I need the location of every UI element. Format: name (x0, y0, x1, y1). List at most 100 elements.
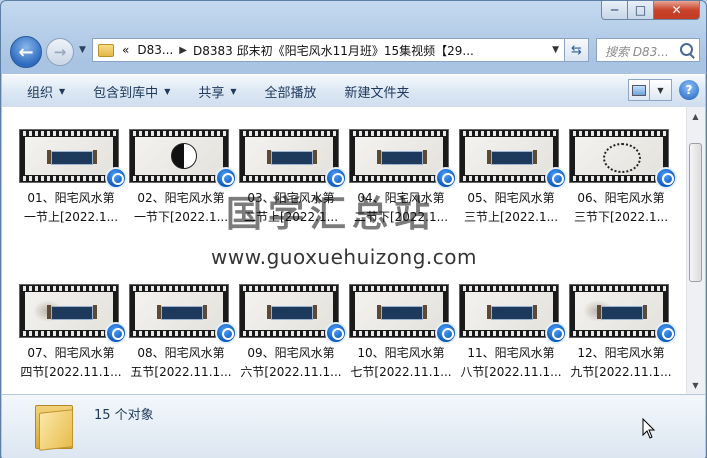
new-folder-label: 新建文件夹 (344, 85, 410, 101)
file-tile[interactable]: 10、阳宅风水第 七节[2022.11.1... (349, 284, 457, 384)
video-player-icon (215, 167, 237, 189)
file-name-line2: 三节下[2022.1... (573, 210, 669, 224)
file-name-line2: 六节[2022.11.1... (240, 365, 342, 379)
file-name-line2: 四节[2022.11.1... (20, 365, 122, 379)
search-placeholder: 搜索 D83... (605, 45, 669, 59)
file-name-line1: 11、阳宅风水第 (467, 346, 555, 360)
include-in-library-menu[interactable]: 包含到库中 ▼ (79, 82, 184, 101)
video-thumbnail (459, 129, 559, 183)
file-name-line1: 03、阳宅风水第 (247, 191, 335, 205)
share-menu[interactable]: 共享 ▼ (184, 82, 250, 101)
arrow-right-icon: → (53, 43, 67, 61)
vertical-scrollbar[interactable]: ▲ ▼ (686, 107, 705, 394)
video-player-icon (215, 322, 237, 344)
video-thumbnail (569, 284, 669, 338)
file-tile[interactable]: 11、阳宅风水第 八节[2022.11.1... (459, 284, 567, 384)
history-dropdown-icon[interactable]: ▼ (79, 45, 86, 55)
file-name: 05、阳宅风水第 三节上[2022.1... (455, 189, 567, 227)
file-tile[interactable]: 03、阳宅风水第 二节上[2022.1... (239, 129, 347, 229)
file-name: 01、阳宅风水第 一节上[2022.1... (15, 189, 127, 227)
file-name: 09、阳宅风水第 六节[2022.11.1... (235, 344, 347, 382)
view-dropdown-button[interactable]: ▼ (650, 79, 672, 101)
file-name-line2: 二节上[2022.1... (243, 210, 339, 224)
close-button[interactable]: ✕ (654, 1, 700, 20)
file-tile[interactable]: 02、阳宅风水第 一节下[2022.1... (129, 129, 237, 229)
file-tile[interactable]: 09、阳宅风水第 六节[2022.11.1... (239, 284, 347, 384)
explorer-window: ─ □ ✕ ← → ▼ « D83... ▶ D8383 邱末初《阳宅风水11月… (0, 0, 707, 458)
forward-button[interactable]: → (46, 38, 74, 66)
chevron-down-icon: ▼ (164, 86, 171, 96)
file-tile[interactable]: 12、阳宅风水第 九节[2022.11.1... (569, 284, 677, 384)
navigation-bar: ← → ▼ « D83... ▶ D8383 邱末初《阳宅风水11月班》15集视… (1, 31, 707, 71)
change-view-button[interactable] (628, 79, 650, 101)
video-player-icon (105, 322, 127, 344)
video-thumbnail (239, 284, 339, 338)
video-player-icon (545, 322, 567, 344)
file-tile[interactable]: 06、阳宅风水第 三节下[2022.1... (569, 129, 677, 229)
file-name-line2: 五节[2022.11.1... (130, 365, 232, 379)
file-name: 10、阳宅风水第 七节[2022.11.1... (345, 344, 457, 382)
share-label: 共享 (198, 85, 225, 101)
arrow-left-icon: ← (18, 41, 34, 63)
video-player-icon (435, 167, 457, 189)
chevron-down-icon[interactable]: ▼ (552, 45, 559, 55)
file-name-line1: 02、阳宅风水第 (137, 191, 225, 205)
folder-icon (33, 401, 73, 451)
folder-icon (98, 43, 114, 57)
video-thumbnail (19, 284, 119, 338)
file-name-line1: 10、阳宅风水第 (357, 346, 445, 360)
search-input[interactable]: 搜索 D83... (596, 38, 700, 62)
scroll-thumb[interactable] (689, 143, 702, 282)
file-tile[interactable]: 08、阳宅风水第 五节[2022.11.1... (129, 284, 237, 384)
file-name-line1: 06、阳宅风水第 (577, 191, 665, 205)
file-name-line2: 三节上[2022.1... (463, 210, 559, 224)
breadcrumb-overflow[interactable]: « (122, 43, 129, 57)
file-name: 04、阳宅风水第 二节下[2022.1... (345, 189, 457, 227)
back-button[interactable]: ← (10, 36, 42, 68)
file-name-line2: 一节上[2022.1... (23, 210, 119, 224)
video-player-icon (545, 167, 567, 189)
file-name-line2: 九节[2022.11.1... (570, 365, 672, 379)
video-player-icon (435, 322, 457, 344)
video-thumbnail (19, 129, 119, 183)
video-player-icon (325, 167, 347, 189)
file-list: 01、阳宅风水第 一节上[2022.1... 02、阳宅风水第 一节下[2022.1.… (2, 107, 705, 394)
file-name: 03、阳宅风水第 二节上[2022.1... (235, 189, 347, 227)
file-tile[interactable]: 05、阳宅风水第 三节上[2022.1... (459, 129, 567, 229)
help-button[interactable]: ? (679, 80, 699, 100)
breadcrumb-item-parent[interactable]: D83... (137, 43, 173, 57)
search-icon (680, 43, 693, 56)
file-name-line2: 七节[2022.11.1... (350, 365, 452, 379)
chevron-down-icon: ▼ (59, 86, 66, 96)
details-pane: 15 个对象 (2, 394, 705, 458)
file-name: 02、阳宅风水第 一节下[2022.1... (125, 189, 237, 227)
file-tile[interactable]: 04、阳宅风水第 二节下[2022.1... (349, 129, 457, 229)
video-player-icon (655, 167, 677, 189)
scroll-down-icon[interactable]: ▼ (689, 377, 702, 393)
organize-menu[interactable]: 组织 ▼ (2, 82, 79, 101)
breadcrumb-item-current[interactable]: D8383 邱末初《阳宅风水11月班》15集视频【29... (193, 42, 474, 59)
file-name-line2: 二节下[2022.1... (353, 210, 449, 224)
file-name-line1: 07、阳宅风水第 (27, 346, 115, 360)
video-player-icon (105, 167, 127, 189)
video-thumbnail (129, 284, 229, 338)
file-name: 12、阳宅风水第 九节[2022.11.1... (565, 344, 677, 382)
file-name: 06、阳宅风水第 三节下[2022.1... (565, 189, 677, 227)
minimize-button[interactable]: ─ (601, 1, 628, 20)
file-tile[interactable]: 01、阳宅风水第 一节上[2022.1... (19, 129, 127, 229)
play-all-button[interactable]: 全部播放 (251, 82, 331, 101)
help-icon: ? (685, 83, 693, 97)
chevron-right-icon[interactable]: ▶ (179, 45, 187, 56)
new-folder-button[interactable]: 新建文件夹 (331, 82, 424, 101)
refresh-button[interactable]: ⇆ (565, 38, 589, 62)
file-name-line1: 05、阳宅风水第 (467, 191, 555, 205)
address-bar[interactable]: « D83... ▶ D8383 邱末初《阳宅风水11月班》15集视频【29..… (92, 38, 565, 62)
maximize-button[interactable]: □ (628, 1, 654, 20)
play-all-label: 全部播放 (264, 85, 317, 101)
file-tile[interactable]: 07、阳宅风水第 四节[2022.11.1... (19, 284, 127, 384)
file-name-line1: 12、阳宅风水第 (577, 346, 665, 360)
file-name-line2: 八节[2022.11.1... (460, 365, 562, 379)
file-name: 07、阳宅风水第 四节[2022.11.1... (15, 344, 127, 382)
video-thumbnail (349, 284, 449, 338)
scroll-up-icon[interactable]: ▲ (689, 108, 702, 124)
